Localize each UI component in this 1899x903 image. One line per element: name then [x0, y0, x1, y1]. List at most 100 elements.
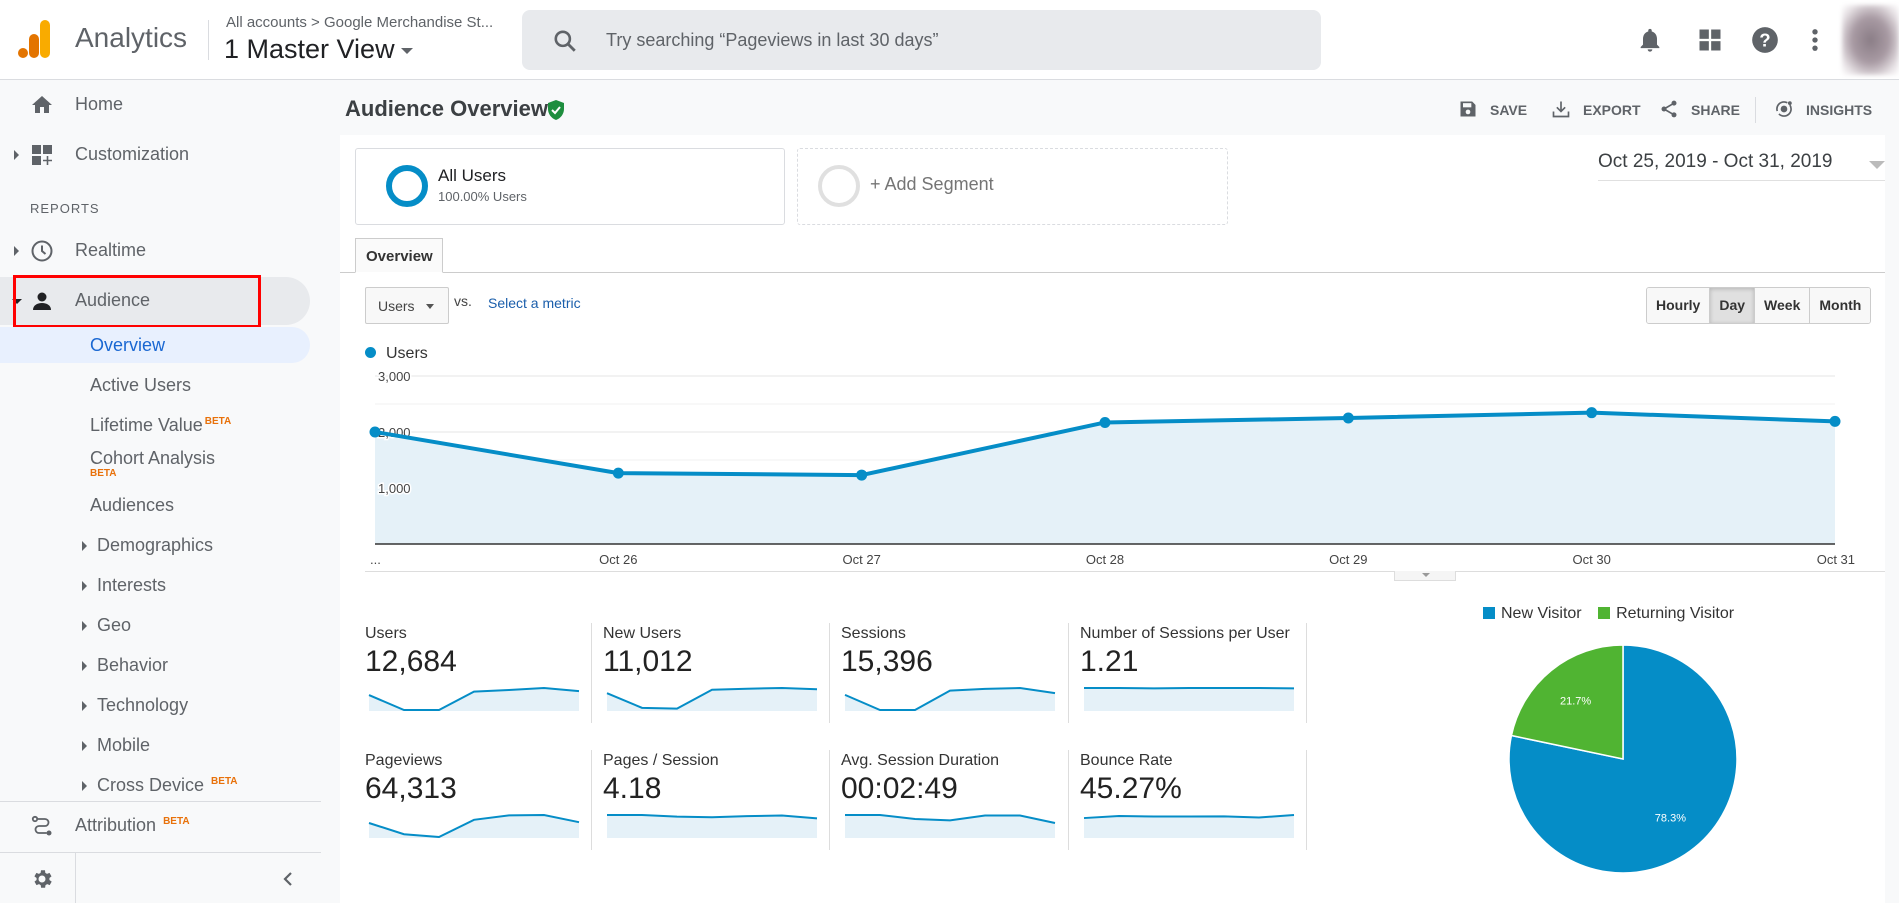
sidebar-item-lifetime-value[interactable]: Lifetime Value BETA [0, 407, 310, 443]
sidebar-item-realtime[interactable]: Realtime [0, 227, 310, 275]
save-button[interactable]: SAVE [1458, 98, 1548, 122]
account-breadcrumb[interactable]: All accounts > Google Merchandise St... [226, 14, 493, 31]
sparkline-fill [845, 815, 1055, 838]
sidebar-item-label: Home [75, 94, 124, 114]
metric-name: Number of Sessions per User [1080, 625, 1290, 642]
caret-down-icon [426, 304, 434, 309]
chevron-left-icon[interactable] [278, 867, 298, 891]
metric-value: 12,684 [365, 645, 457, 678]
header-divider [208, 20, 209, 60]
select-metric-link[interactable]: Select a metric [488, 295, 581, 311]
sidebar-item-overview[interactable]: Overview [0, 327, 310, 363]
data-point [1829, 415, 1841, 427]
metric-value: 1.21 [1080, 645, 1139, 678]
beta-badge: BETA [90, 468, 117, 479]
segment-percent: 100.00% Users [438, 189, 527, 204]
granularity-day-button[interactable]: Day [1710, 288, 1756, 323]
sidebar-item-label: Interests [97, 575, 167, 595]
avatar[interactable] [1842, 5, 1899, 75]
clock-icon [31, 240, 53, 262]
sidebar-item-behavior[interactable]: Behavior [0, 647, 310, 683]
caret-down-icon [1869, 161, 1885, 169]
collapse-arrow-icon [12, 299, 22, 304]
help-icon[interactable]: ? [1751, 26, 1779, 54]
sidebar-item-mobile[interactable]: Mobile [0, 727, 310, 763]
segment-all-users[interactable]: All Users 100.00% Users [355, 148, 785, 225]
legend-swatch-new-visitor [1483, 607, 1495, 619]
expand-arrow-icon [82, 621, 87, 631]
sidebar-item-label: Realtime [75, 240, 147, 260]
chart-resize-handle[interactable] [1394, 571, 1456, 581]
metric-divider [1306, 623, 1307, 723]
date-range-picker[interactable]: Oct 25, 2019 - Oct 31, 2019 [1598, 151, 1885, 181]
sidebar-item-active-users[interactable]: Active Users [0, 367, 310, 403]
share-button[interactable]: SHARE [1659, 98, 1749, 122]
granularity-month-button[interactable]: Month [1810, 288, 1871, 323]
metric-card[interactable]: Pageviews 64,313 [365, 752, 603, 852]
users-line-chart: 1,0002,0003,000... Oct 26 Oct 27 Oct 28 Oct … [369, 368, 1855, 567]
sparkline [368, 686, 580, 711]
metric-card[interactable]: Avg. Session Duration 00:02:49 [841, 752, 1079, 852]
sidebar-item-label: Audiences [90, 495, 175, 515]
sidebar-item-cohort-analysis[interactable]: Cohort Analysis BETA [0, 441, 310, 487]
date-range-label: Oct 25, 2019 - Oct 31, 2019 [1598, 151, 1833, 172]
pie-slice-label: 21.7% [1560, 696, 1591, 708]
expand-arrow-icon [14, 246, 19, 256]
sidebar-item-technology[interactable]: Technology [0, 687, 310, 723]
sidebar-item-label: Demographics [97, 535, 214, 555]
metric-card[interactable]: Users 12,684 [365, 625, 603, 725]
sparkline-fill [607, 688, 817, 711]
apps-icon[interactable] [1696, 26, 1724, 54]
sparkline [368, 813, 580, 838]
x-tick-label: Oct 31 [1817, 552, 1855, 567]
expand-arrow-icon [82, 741, 87, 751]
tab-overview[interactable]: Overview [355, 238, 443, 273]
metric-card[interactable]: Sessions 15,396 [841, 625, 1079, 725]
sidebar-item-label: Technology [97, 695, 189, 715]
sidebar-item-demographics[interactable]: Demographics [0, 527, 310, 563]
expand-arrow-icon [14, 150, 19, 160]
gear-icon[interactable] [30, 867, 54, 891]
view-name: 1 Master View [224, 34, 395, 64]
x-tick-label: ... [370, 552, 381, 567]
sidebar-item-home[interactable]: Home [0, 81, 310, 129]
sidebar-item-cross-device[interactable]: Cross Device BETA [0, 767, 310, 803]
export-button[interactable]: EXPORT [1551, 98, 1651, 122]
sidebar-item-interests[interactable]: Interests [0, 567, 310, 603]
sparkline-fill [1084, 688, 1294, 711]
view-selector[interactable]: 1 Master View [224, 34, 413, 65]
app-name: Analytics [75, 22, 188, 53]
add-segment-button[interactable]: + Add Segment [797, 148, 1228, 225]
metric-dropdown[interactable]: Users [365, 287, 449, 324]
insights-button[interactable]: INSIGHTS [1774, 98, 1886, 122]
notifications-icon[interactable] [1636, 26, 1664, 54]
sparkline-fill [1084, 815, 1294, 838]
sidebar-item-attribution[interactable]: Attribution BETA [0, 802, 310, 850]
sidebar-item-audiences[interactable]: Audiences [0, 487, 310, 523]
x-tick-label: Oct 27 [843, 552, 881, 567]
metric-divider [1306, 750, 1307, 850]
metric-divider [1068, 750, 1069, 850]
sidebar-item-customization[interactable]: Customization [0, 131, 310, 179]
metric-name: Pageviews [365, 752, 443, 769]
sidebar-divider [75, 853, 76, 903]
sidebar-item-geo[interactable]: Geo [0, 607, 310, 643]
attribution-icon [31, 815, 52, 836]
metric-value: 64,313 [365, 772, 457, 805]
granularity-hourly-button[interactable]: Hourly [1647, 288, 1711, 323]
metric-card[interactable]: Number of Sessions per User 1.21 [1080, 625, 1318, 725]
top-app-bar: Analytics All accounts > Google Merchand… [0, 0, 1899, 80]
metric-card[interactable]: Bounce Rate 45.27% [1080, 752, 1318, 852]
metric-card[interactable]: Pages / Session 4.18 [603, 752, 841, 852]
search-bar[interactable] [522, 10, 1321, 70]
legend-label: Returning Visitor [1616, 605, 1735, 622]
metric-name: Users [365, 625, 407, 642]
search-input[interactable] [606, 10, 1306, 70]
sidebar-item-audience[interactable]: Audience [0, 277, 310, 325]
report-panel: All Users 100.00% Users + Add Segment Oc… [340, 135, 1885, 903]
data-point [612, 467, 624, 479]
granularity-week-button[interactable]: Week [1755, 288, 1811, 323]
data-point [1099, 416, 1111, 428]
metric-card[interactable]: New Users 11,012 [603, 625, 841, 725]
more-vert-icon[interactable] [1801, 26, 1829, 54]
